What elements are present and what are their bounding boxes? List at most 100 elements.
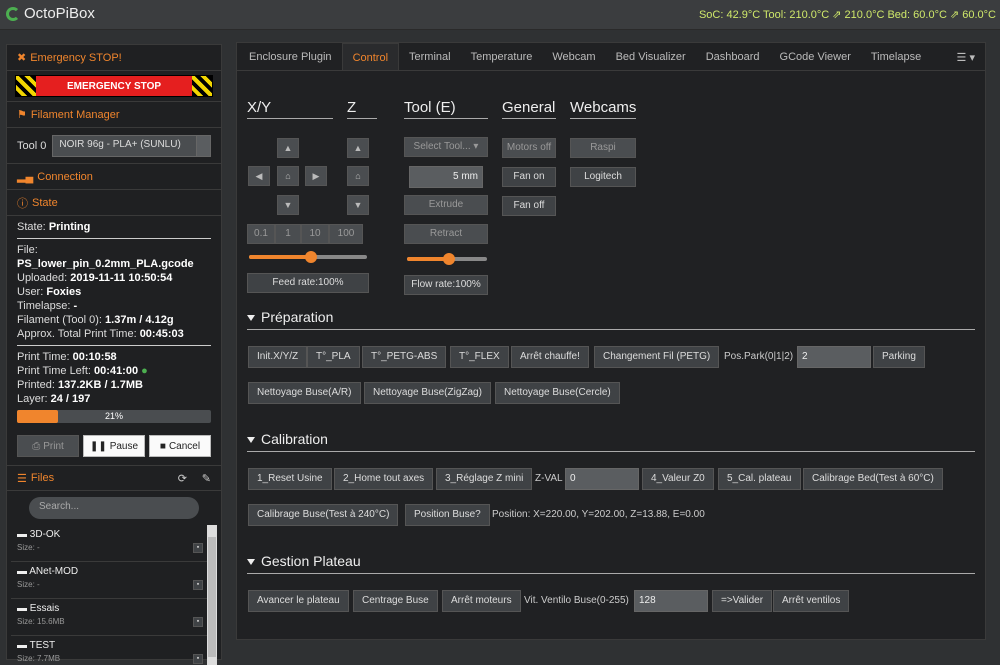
temperature-status: SoC: 42.9°C Tool: 210.0°C ⇗ 210.0°C Bed:… bbox=[698, 9, 996, 21]
tab-bar: Enclosure Plugin Control Terminal Temper… bbox=[237, 43, 985, 71]
trash-icon[interactable]: ▪ bbox=[193, 617, 203, 627]
spool-select[interactable]: NOIR 96g - PLA+ (SUNLU) bbox=[52, 134, 211, 157]
temp-pla-button[interactable]: T°_PLA bbox=[307, 346, 360, 368]
files-header[interactable]: ☰ Files ⟳ ✎ bbox=[7, 465, 221, 491]
arrow-down-icon[interactable]: ▼ bbox=[277, 195, 299, 215]
tab-control[interactable]: Control bbox=[341, 43, 400, 70]
clean-nozzle-circle-button[interactable]: Nettoyage Buse(Cercle) bbox=[495, 382, 620, 404]
extrude-amount-input[interactable]: 5 mm bbox=[409, 166, 483, 188]
filament-manager-header[interactable]: ⚑ Filament Manager bbox=[7, 102, 221, 128]
parking-button[interactable]: Parking bbox=[873, 346, 925, 368]
center-nozzle-button[interactable]: Centrage Buse bbox=[353, 590, 438, 612]
fan-speed-input[interactable]: 128 bbox=[634, 590, 708, 612]
brand[interactable]: OctoPiBox bbox=[6, 5, 95, 22]
refresh-icon[interactable]: ⟳ bbox=[178, 472, 187, 485]
validate-button[interactable]: =>Valider bbox=[712, 590, 773, 612]
pos-park-input[interactable]: 2 bbox=[797, 346, 871, 368]
file-list-scrollbar[interactable] bbox=[207, 525, 217, 665]
menu-icon[interactable]: ☰ ▾ bbox=[957, 51, 975, 64]
main-panel: Enclosure Plugin Control Terminal Temper… bbox=[236, 42, 986, 640]
tab-temperature[interactable]: Temperature bbox=[461, 43, 543, 70]
connection-header[interactable]: ▂▄ Connection bbox=[7, 164, 221, 190]
plate-management-section[interactable]: Gestion Plateau bbox=[247, 553, 975, 574]
cancel-button[interactable]: ■ Cancel bbox=[149, 435, 211, 457]
caret-down-icon bbox=[247, 437, 255, 444]
emergency-stop-button[interactable]: EMERGENCY STOP bbox=[15, 75, 213, 97]
feed-rate-slider[interactable] bbox=[249, 251, 367, 263]
reset-factory-button[interactable]: 1_Reset Usine bbox=[248, 468, 332, 490]
calibrate-bed-button[interactable]: Calibrage Bed(Test à 60°C) bbox=[803, 468, 943, 490]
step-button[interactable]: 10 bbox=[301, 224, 329, 244]
trash-icon[interactable]: ▪ bbox=[193, 654, 203, 664]
retract-button[interactable]: Retract bbox=[404, 224, 488, 244]
print-button[interactable]: ⎙ Print bbox=[17, 435, 79, 457]
tab-enclosure-plugin[interactable]: Enclosure Plugin bbox=[239, 43, 342, 70]
motors-off-button[interactable]: Motors off bbox=[502, 138, 556, 158]
calibration-section[interactable]: Calibration bbox=[247, 431, 975, 452]
info-icon: ⓘ bbox=[17, 197, 28, 210]
pos-park-label: Pos.Park(0|1|2) bbox=[724, 351, 794, 362]
state-header[interactable]: ⓘ State bbox=[7, 190, 221, 216]
preparation-section[interactable]: Préparation bbox=[247, 309, 975, 330]
tab-gcode-viewer[interactable]: GCode Viewer bbox=[770, 43, 861, 70]
advance-plate-button[interactable]: Avancer le plateau bbox=[248, 590, 349, 612]
wrench-icon[interactable]: ✎ bbox=[202, 472, 211, 485]
change-filament-button[interactable]: Changement Fil (PETG) bbox=[594, 346, 720, 368]
folder-icon: ▬ bbox=[17, 566, 27, 577]
z-up-icon[interactable]: ▲ bbox=[347, 138, 369, 158]
logitech-webcam-button[interactable]: Logitech bbox=[570, 167, 636, 187]
file-name: PS_lower_pin_0.2mm_PLA.gcode bbox=[17, 258, 194, 270]
home-z-icon[interactable]: ⌂ bbox=[347, 166, 369, 186]
z0-value-button[interactable]: 4_Valeur Z0 bbox=[642, 468, 714, 490]
tab-bed-visualizer[interactable]: Bed Visualizer bbox=[606, 43, 696, 70]
pause-button[interactable]: ❚❚ Pause bbox=[83, 435, 145, 457]
file-item[interactable]: ▬ ANet-MOD Size: - ▪ bbox=[11, 562, 217, 599]
temp-petg-abs-button[interactable]: T°_PETG-ABS bbox=[362, 346, 447, 368]
fan-on-button[interactable]: Fan on bbox=[502, 167, 556, 187]
file-search-input[interactable]: Search... bbox=[29, 497, 199, 519]
z-down-icon[interactable]: ▼ bbox=[347, 195, 369, 215]
fan-speed-label: Vit. Ventilo Buse(0-255) bbox=[524, 595, 629, 606]
calibrate-nozzle-button[interactable]: Calibrage Buse(Test à 240°C) bbox=[248, 504, 399, 526]
trash-icon[interactable]: ▪ bbox=[193, 580, 203, 590]
init-xyz-button[interactable]: Init.X/Y/Z bbox=[248, 346, 308, 368]
file-item[interactable]: ▬ Essais Size: 15.6MB ▪ bbox=[11, 599, 217, 636]
tab-dashboard[interactable]: Dashboard bbox=[696, 43, 770, 70]
tool-label: Tool 0 bbox=[17, 139, 47, 152]
clean-nozzle-ar-button[interactable]: Nettoyage Buse(A/R) bbox=[248, 382, 361, 404]
arrow-left-icon[interactable]: ◀ bbox=[248, 166, 270, 186]
folder-icon: ▬ bbox=[17, 529, 27, 540]
emergency-header[interactable]: ✖ Emergency STOP! bbox=[7, 45, 221, 71]
step-button[interactable]: 100 bbox=[329, 224, 363, 244]
clean-nozzle-zigzag-button[interactable]: Nettoyage Buse(ZigZag) bbox=[364, 382, 491, 404]
step-button[interactable]: 1 bbox=[275, 224, 301, 244]
nozzle-position-button[interactable]: Position Buse? bbox=[405, 504, 490, 526]
arrow-up-icon[interactable]: ▲ bbox=[277, 138, 299, 158]
tab-terminal[interactable]: Terminal bbox=[399, 43, 461, 70]
trash-icon[interactable]: ▪ bbox=[193, 543, 203, 553]
extrude-button[interactable]: Extrude bbox=[404, 195, 488, 215]
select-tool-dropdown[interactable]: Select Tool... ▾ bbox=[404, 137, 488, 157]
home-all-axes-button[interactable]: 2_Home tout axes bbox=[334, 468, 434, 490]
home-xy-icon[interactable]: ⌂ bbox=[277, 166, 299, 186]
zval-input[interactable]: 0 bbox=[565, 468, 639, 490]
tab-timelapse[interactable]: Timelapse bbox=[861, 43, 931, 70]
temp-flex-button[interactable]: T°_FLEX bbox=[450, 346, 509, 368]
file-item[interactable]: ▬ 3D-OK Size: - ▪ bbox=[11, 525, 217, 562]
fan-off-button[interactable]: Fan off bbox=[502, 196, 556, 216]
file-item[interactable]: ▬ TEST Size: 7.7MB ▪ bbox=[11, 636, 217, 665]
tab-webcam[interactable]: Webcam bbox=[542, 43, 605, 70]
step-button[interactable]: 0.1 bbox=[247, 224, 275, 244]
raspi-webcam-button[interactable]: Raspi bbox=[570, 138, 636, 158]
flow-rate-slider[interactable] bbox=[407, 253, 487, 265]
caret-down-icon bbox=[247, 559, 255, 566]
octoprint-logo-icon bbox=[6, 6, 20, 21]
stop-motors-button[interactable]: Arrêt moteurs bbox=[442, 590, 521, 612]
calibrate-plate-button[interactable]: 5_Cal. plateau bbox=[718, 468, 801, 490]
signal-icon: ▂▄ bbox=[17, 171, 34, 183]
arrow-right-icon[interactable]: ▶ bbox=[305, 166, 327, 186]
stop-fans-button[interactable]: Arrêt ventilos bbox=[773, 590, 850, 612]
stop-heating-button[interactable]: Arrêt chauffe! bbox=[511, 346, 589, 368]
z-min-adjust-button[interactable]: 3_Réglage Z mini bbox=[436, 468, 533, 490]
caret-down-icon bbox=[247, 315, 255, 322]
